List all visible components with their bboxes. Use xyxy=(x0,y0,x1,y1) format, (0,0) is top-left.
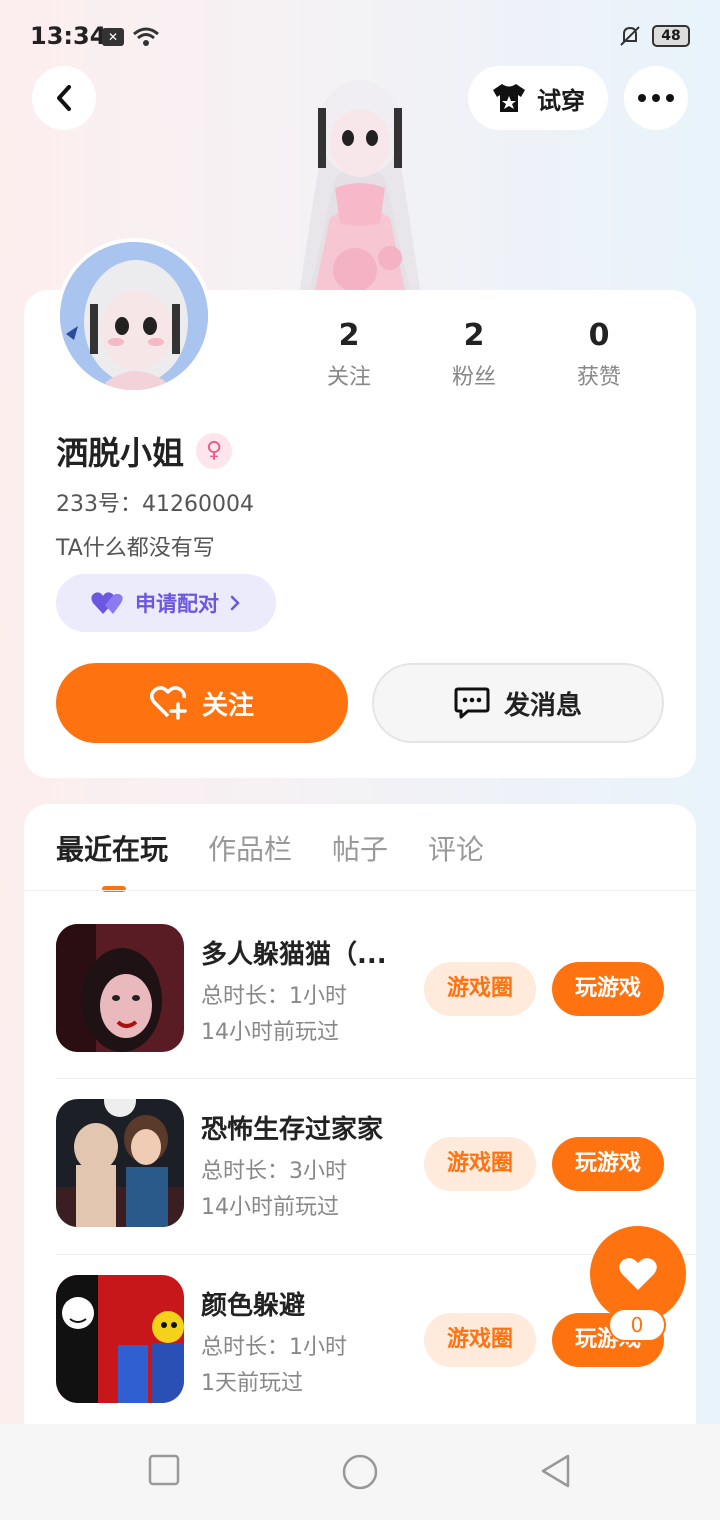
tab-posts[interactable]: 帖子 xyxy=(332,828,388,868)
status-time: 13:34 xyxy=(30,22,107,50)
username: 洒脱小姐 xyxy=(56,434,185,472)
game-title: 恐怖生存过家家 xyxy=(201,1115,384,1145)
send-message-label: 发消息 xyxy=(503,690,582,721)
bell-muted-icon xyxy=(620,26,640,46)
game-circle-button[interactable]: 游戏圈 xyxy=(424,1313,536,1367)
home-icon[interactable] xyxy=(342,1454,378,1490)
game-title: 多人躲猫猫（... xyxy=(201,940,387,970)
avatar[interactable] xyxy=(56,238,212,394)
stat-following[interactable]: 2 关注 xyxy=(294,318,404,391)
try-on-button[interactable]: 试穿 xyxy=(468,66,608,130)
status-right: 48 xyxy=(618,24,690,48)
chevron-left-icon xyxy=(57,85,71,111)
heart-plus-icon xyxy=(149,686,187,720)
stat-label: 关注 xyxy=(326,365,371,390)
stat-value: 0 xyxy=(588,318,610,353)
avatar-3d-figure[interactable] xyxy=(240,58,480,290)
tab-comments[interactable]: 评论 xyxy=(428,828,484,868)
stat-followers[interactable]: 2 粉丝 xyxy=(419,318,529,391)
request-pair-label: 申请配对 xyxy=(135,592,219,616)
game-circle-button[interactable]: 游戏圈 xyxy=(424,962,536,1016)
heart-pair-icon xyxy=(91,592,123,614)
content-card: 最近在玩 作品栏 帖子 评论 多人躲猫猫（... 总时长：1小时 14小时前玩过… xyxy=(24,804,696,1444)
game-last-played: 14小时前玩过 xyxy=(201,1195,339,1220)
tabs-divider xyxy=(24,890,696,891)
tab-recent[interactable]: 最近在玩 xyxy=(56,828,168,868)
back-nav-icon[interactable] xyxy=(540,1454,572,1488)
female-icon: ♀ xyxy=(196,433,233,469)
game-duration: 总时长：1小时 xyxy=(201,984,347,1009)
more-dots-icon xyxy=(638,94,674,102)
follow-button[interactable]: 关注 xyxy=(56,663,348,743)
stat-label: 粉丝 xyxy=(451,365,496,390)
stat-likes[interactable]: 0 获赞 xyxy=(544,318,654,391)
game-row[interactable]: 恐怖生存过家家 总时长：3小时 14小时前玩过 游戏圈 玩游戏 xyxy=(56,1078,696,1254)
tab-works[interactable]: 作品栏 xyxy=(208,828,292,868)
play-game-button[interactable]: 玩游戏 xyxy=(552,962,664,1016)
user-id: 233号：41260004 xyxy=(56,492,254,517)
recent-apps-icon[interactable] xyxy=(148,1454,180,1486)
game-last-played: 1天前玩过 xyxy=(201,1371,303,1396)
stat-value: 2 xyxy=(338,318,360,353)
play-game-button[interactable]: 玩游戏 xyxy=(552,1137,664,1191)
request-pair-button[interactable]: 申请配对 xyxy=(56,574,276,632)
game-duration: 总时长：1小时 xyxy=(201,1335,347,1360)
game-title: 颜色躲避 xyxy=(201,1291,306,1321)
battery-icon: 48 xyxy=(652,25,690,47)
game-last-played: 14小时前玩过 xyxy=(201,1020,339,1045)
game-circle-button[interactable]: 游戏圈 xyxy=(424,1137,536,1191)
stat-value: 2 xyxy=(463,318,485,353)
game-icon[interactable] xyxy=(56,1275,184,1403)
like-count-badge: 0 xyxy=(608,1308,666,1342)
username-row: 洒脱小姐 ♀ xyxy=(56,428,233,474)
game-duration: 总时长：3小时 xyxy=(201,1159,347,1184)
game-icon[interactable] xyxy=(56,924,184,1052)
status-icons: ✕ xyxy=(102,26,160,48)
try-on-label: 试穿 xyxy=(537,86,585,115)
chat-bubble-icon xyxy=(454,687,490,719)
system-nav-bar xyxy=(0,1424,720,1520)
wifi-icon xyxy=(133,27,159,46)
back-button[interactable] xyxy=(32,66,96,130)
game-row[interactable]: 多人躲猫猫（... 总时长：1小时 14小时前玩过 游戏圈 玩游戏 xyxy=(56,904,696,1080)
follow-label: 关注 xyxy=(201,690,254,721)
tab-bar: 最近在玩 作品栏 帖子 评论 xyxy=(56,828,484,868)
notification-icon: ✕ xyxy=(102,28,124,46)
game-icon[interactable] xyxy=(56,1099,184,1227)
tshirt-icon xyxy=(493,84,525,112)
send-message-button[interactable]: 发消息 xyxy=(372,663,664,743)
stat-label: 获赞 xyxy=(576,365,621,390)
user-bio: TA什么都没有写 xyxy=(56,536,215,561)
chevron-right-icon xyxy=(230,595,240,611)
heart-icon xyxy=(619,1258,657,1290)
profile-stats: 2 关注 2 粉丝 0 获赞 xyxy=(294,318,654,391)
tab-indicator xyxy=(102,886,126,892)
more-button[interactable] xyxy=(624,66,688,130)
